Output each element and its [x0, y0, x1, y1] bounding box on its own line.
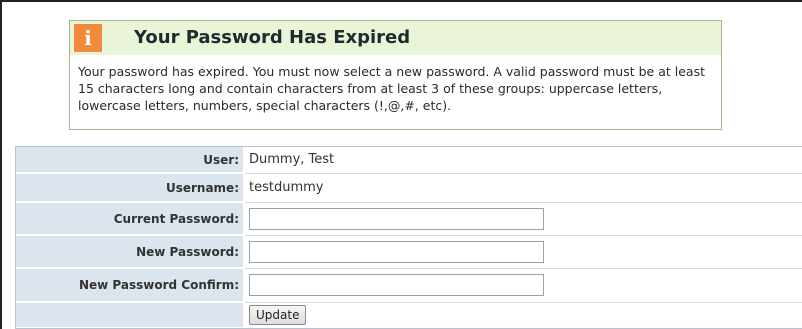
notice-message: Your password has expired. You must now …: [78, 64, 705, 113]
update-button[interactable]: Update: [249, 305, 307, 325]
user-value: Dummy, Test: [249, 152, 335, 167]
username-row: Username: testdummy: [16, 174, 802, 202]
new-password-input[interactable]: [249, 240, 544, 263]
user-row: User: Dummy, Test: [16, 147, 802, 173]
new-password-confirm-input[interactable]: [249, 274, 544, 296]
user-label: User:: [16, 147, 244, 172]
current-password-label: Current Password:: [16, 203, 244, 234]
notice-header: i Your Password Has Expired: [70, 21, 721, 55]
new-password-label: New Password:: [16, 236, 244, 267]
submit-row: Update: [16, 303, 802, 328]
submit-label-cell: [16, 303, 244, 327]
password-expired-notice: i Your Password Has Expired Your passwor…: [69, 20, 722, 130]
info-icon: i: [74, 24, 102, 52]
change-password-form: User: Dummy, Test Username: testdummy Cu…: [15, 146, 802, 329]
username-label: Username:: [16, 174, 244, 201]
current-password-row: Current Password:: [16, 203, 802, 235]
username-value: testdummy: [249, 180, 324, 195]
new-password-confirm-label: New Password Confirm:: [16, 269, 244, 301]
new-password-row: New Password:: [16, 236, 802, 268]
notice-title: Your Password Has Expired: [134, 27, 411, 48]
new-password-confirm-row: New Password Confirm:: [16, 269, 802, 302]
current-password-input[interactable]: [249, 207, 544, 230]
